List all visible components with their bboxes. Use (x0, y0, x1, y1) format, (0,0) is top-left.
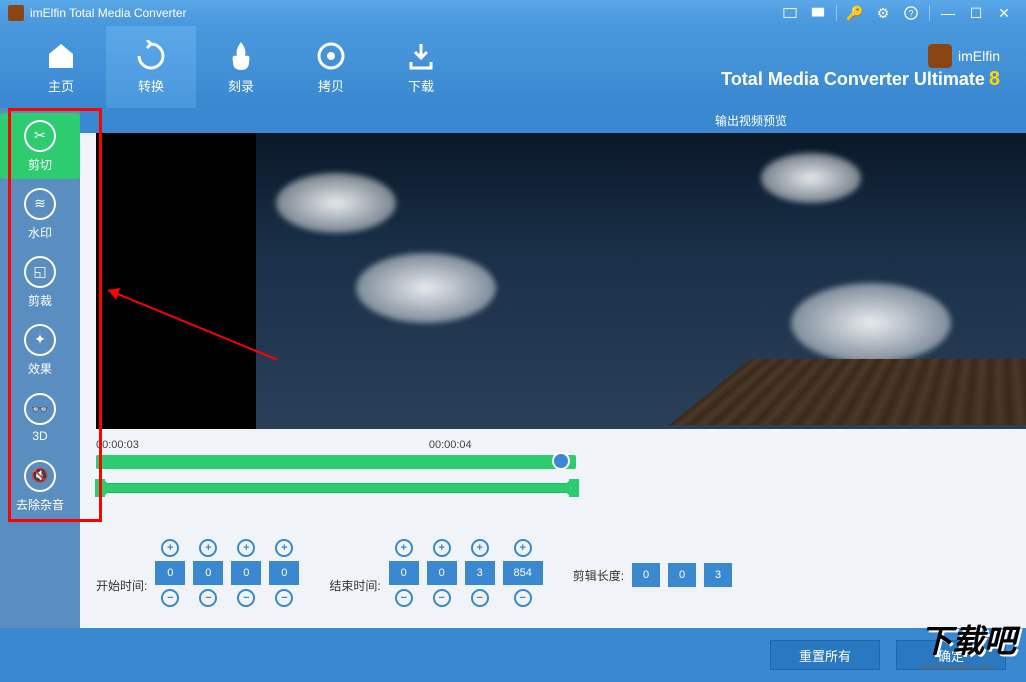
tab-copy-label: 拷贝 (318, 76, 344, 95)
message-icon[interactable] (807, 2, 829, 24)
start-time-label: 开始时间: (96, 577, 147, 594)
minus-button[interactable]: − (395, 589, 413, 607)
tab-home[interactable]: 主页 (16, 26, 106, 108)
scissors-icon: ✂ (24, 120, 56, 152)
sidebar-3d-label: 3D (32, 429, 47, 443)
tab-home-label: 主页 (48, 76, 74, 95)
mute-icon: 🔇 (24, 460, 56, 492)
minus-button[interactable]: − (237, 589, 255, 607)
time-edit-row: 开始时间: +0− +0− +0− +0− 结束时间: +0− +0− +3− … (96, 539, 1026, 607)
tab-download-label: 下载 (408, 76, 434, 95)
timeline-end-label: 00:00:04 (429, 439, 472, 451)
plus-button[interactable]: + (199, 539, 217, 557)
length-s: 3 (704, 563, 732, 587)
sidebar-crop[interactable]: ◱ 剪裁 (0, 249, 80, 315)
key-icon[interactable]: 🔑 (844, 2, 866, 24)
settings-icon[interactable]: ⚙ (872, 2, 894, 24)
sidebar-watermark-label: 水印 (28, 224, 52, 241)
minimize-icon[interactable]: — (937, 2, 959, 24)
sidebar-trim[interactable]: ✂ 剪切 (0, 113, 80, 179)
start-ms[interactable]: 0 (269, 561, 299, 585)
playhead[interactable] (552, 452, 570, 470)
glasses-icon: 👓 (24, 393, 56, 425)
app-icon (8, 5, 24, 21)
sidebar-denoise[interactable]: 🔇 去除杂音 (0, 453, 80, 519)
plus-button[interactable]: + (514, 539, 532, 557)
playback-track[interactable] (96, 455, 576, 469)
tab-download[interactable]: 下载 (376, 26, 466, 108)
sidebar-effect-label: 效果 (28, 360, 52, 377)
plus-button[interactable]: + (161, 539, 179, 557)
length-m: 0 (668, 563, 696, 587)
screenshot-icon[interactable] (779, 2, 801, 24)
crop-icon: ◱ (24, 256, 56, 288)
length-label: 剪辑长度: (573, 567, 624, 584)
start-h[interactable]: 0 (155, 561, 185, 585)
tab-copy[interactable]: 拷贝 (286, 26, 376, 108)
edit-sidebar: ✂ 剪切 ≋ 水印 ◱ 剪裁 ✦ 效果 👓 3D 🔇 去除杂音 (0, 108, 80, 628)
trim-handle-start[interactable] (95, 479, 105, 497)
timeline: 00:00:03 00:00:04 ❚❚ 〔 〕 ▷| 🔊 (96, 429, 1026, 503)
titlebar: imElfin Total Media Converter 🔑 ⚙ ? — ☐ … (0, 0, 1026, 26)
tab-burn[interactable]: 刻录 (196, 26, 286, 108)
length-h: 0 (632, 563, 660, 587)
end-time-label: 结束时间: (329, 577, 380, 594)
start-s[interactable]: 0 (231, 561, 261, 585)
preview-title: 输出视频预览 (80, 108, 1026, 133)
window-title: imElfin Total Media Converter (30, 6, 187, 20)
minus-button[interactable]: − (433, 589, 451, 607)
minus-button[interactable]: − (199, 589, 217, 607)
site-watermark: 下载吧 www.xiazaiba.com (920, 616, 1016, 672)
minus-button[interactable]: − (514, 589, 532, 607)
main-toolbar: 主页 转换 刻录 拷贝 下载 imElfin Total Media Conve… (0, 26, 1026, 108)
burn-icon (225, 40, 257, 72)
download-icon (405, 40, 437, 72)
sidebar-crop-label: 剪裁 (28, 292, 52, 309)
minus-button[interactable]: − (161, 589, 179, 607)
convert-icon (135, 40, 167, 72)
trim-range-track[interactable] (96, 483, 578, 493)
brand-icon (928, 44, 952, 68)
end-time-spinners: +0− +0− +3− +854− (389, 539, 543, 607)
timeline-start-label: 00:00:03 (96, 439, 139, 451)
sidebar-watermark[interactable]: ≋ 水印 (0, 181, 80, 247)
plus-button[interactable]: + (275, 539, 293, 557)
close-icon[interactable]: ✕ (993, 2, 1015, 24)
tab-convert-label: 转换 (138, 76, 164, 95)
footer: 重置所有 确定 (0, 628, 1026, 682)
end-ms[interactable]: 854 (503, 561, 543, 585)
sidebar-denoise-label: 去除杂音 (16, 496, 64, 513)
trim-handle-end[interactable] (569, 479, 579, 497)
maximize-icon[interactable]: ☐ (965, 2, 987, 24)
plus-button[interactable]: + (237, 539, 255, 557)
plus-button[interactable]: + (395, 539, 413, 557)
minus-button[interactable]: − (471, 589, 489, 607)
brand-name: imElfin (958, 48, 1000, 64)
end-m[interactable]: 0 (427, 561, 457, 585)
sidebar-trim-label: 剪切 (28, 156, 52, 173)
brand-product: Total Media Converter Ultimate (721, 69, 985, 89)
sidebar-3d[interactable]: 👓 3D (0, 385, 80, 451)
copy-icon (315, 40, 347, 72)
video-preview[interactable] (96, 133, 1026, 429)
wave-icon: ≋ (24, 188, 56, 220)
end-s[interactable]: 3 (465, 561, 495, 585)
plus-button[interactable]: + (433, 539, 451, 557)
tab-burn-label: 刻录 (228, 76, 254, 95)
end-h[interactable]: 0 (389, 561, 419, 585)
sidebar-effect[interactable]: ✦ 效果 (0, 317, 80, 383)
svg-text:?: ? (909, 9, 914, 19)
plus-button[interactable]: + (471, 539, 489, 557)
start-time-spinners: +0− +0− +0− +0− (155, 539, 299, 607)
tab-convert[interactable]: 转换 (106, 26, 196, 108)
start-m[interactable]: 0 (193, 561, 223, 585)
home-icon (45, 40, 77, 72)
help-icon[interactable]: ? (900, 2, 922, 24)
brand-area: imElfin Total Media Converter Ultimate8 (721, 44, 1010, 91)
effect-icon: ✦ (24, 324, 56, 356)
reset-all-button[interactable]: 重置所有 (770, 640, 880, 670)
minus-button[interactable]: − (275, 589, 293, 607)
brand-version: 8 (989, 68, 1000, 90)
